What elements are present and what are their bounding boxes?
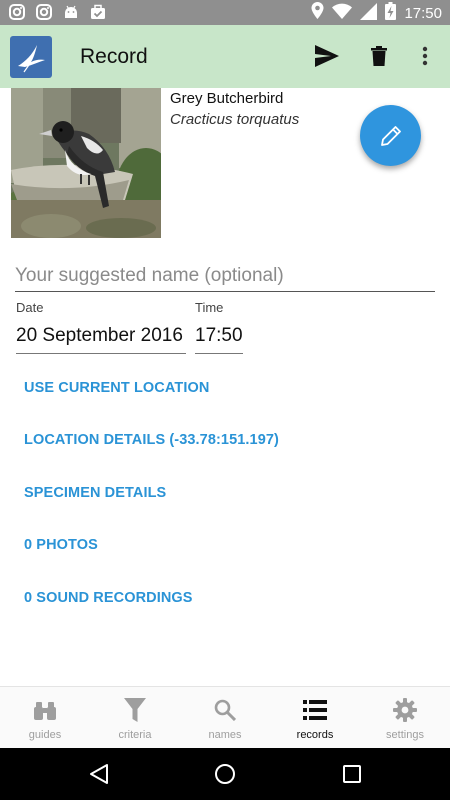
back-triangle-icon [90,764,108,784]
instagram-icon [8,3,26,21]
status-bar: 17:50 [0,0,450,25]
location-pin-icon [311,2,324,25]
bottom-navigation: guides criteria names records settings [0,686,450,748]
sound-recordings-link[interactable]: 0 SOUND RECORDINGS [24,590,193,606]
binoculars-icon [34,697,56,723]
home-button[interactable] [213,762,237,786]
more-vert-icon [422,46,428,66]
home-circle-icon [215,764,235,784]
more-options-button[interactable] [410,41,440,71]
list-icon [303,697,327,723]
notification-icons [8,3,107,21]
tern-bird-icon [18,45,45,73]
filter-icon [124,697,146,723]
system-status: 17:50 [311,2,442,25]
back-button[interactable] [87,762,111,786]
nav-label: records [296,729,334,741]
photos-link[interactable]: 0 PHOTOS [24,537,98,553]
signal-icon [360,2,378,25]
nav-item-records[interactable]: records [270,687,360,748]
time-field[interactable]: 17:50 [195,325,243,354]
suggested-name-input[interactable] [15,260,435,292]
app-logo[interactable] [10,36,52,78]
recents-button[interactable] [340,762,364,786]
date-field[interactable]: 20 September 2016 [16,325,186,354]
recents-square-icon [343,765,361,783]
nav-label: names [208,729,242,741]
nav-item-settings[interactable]: settings [360,687,450,748]
species-photo[interactable] [11,88,161,238]
wifi-icon [332,3,353,24]
edit-species-button[interactable] [360,105,421,166]
page-title: Record [80,45,148,68]
time-label: Time [195,300,224,315]
nav-label: criteria [118,729,152,741]
nav-label: settings [386,729,424,741]
species-scientific-name: Cracticus torquatus [170,111,300,128]
gear-icon [393,697,417,723]
send-icon [315,45,339,67]
grey-butcherbird-photo [11,88,161,238]
use-current-location-link[interactable]: USE CURRENT LOCATION [24,380,209,396]
android-icon [62,3,80,21]
specimen-details-link[interactable]: SPECIMEN DETAILS [24,485,166,501]
species-common-name: Grey Butcherbird [170,90,284,107]
nav-item-guides[interactable]: guides [0,687,90,748]
location-details-link[interactable]: LOCATION DETAILS (-33.78:151.197) [24,432,279,448]
instagram-icon [35,3,53,21]
battery-charging-icon [385,2,397,25]
status-clock: 17:50 [404,5,442,22]
delete-icon [371,46,387,66]
nav-label: guides [28,729,62,741]
delete-button[interactable] [364,41,394,71]
pencil-icon [380,125,401,146]
briefcase-check-icon [89,3,107,21]
date-label: Date [16,300,44,315]
system-navigation-bar [0,748,450,800]
app-bar: Record [0,25,450,88]
send-button[interactable] [312,41,342,71]
nav-item-names[interactable]: names [180,687,270,748]
search-icon [214,697,236,723]
nav-item-criteria[interactable]: criteria [90,687,180,748]
